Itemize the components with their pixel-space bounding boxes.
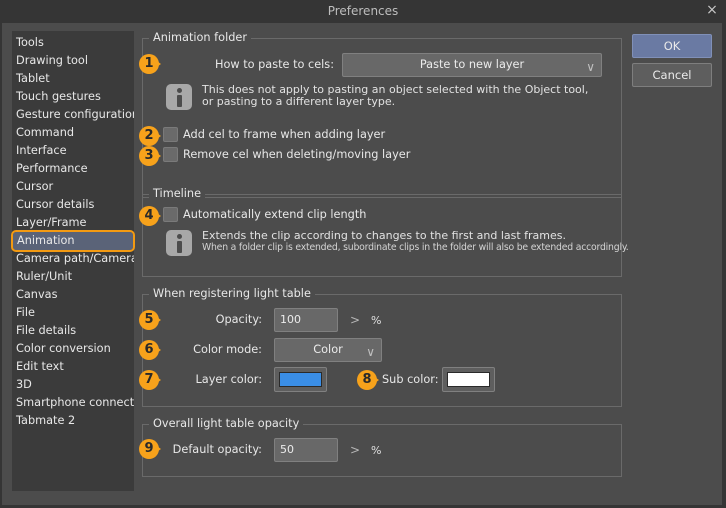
window-title: Preferences [327,4,399,18]
chevron-down-icon: ∨ [586,60,595,74]
close-icon[interactable]: × [704,2,720,20]
sidebar-item-animation[interactable]: Animation [11,230,135,252]
sub-color-button[interactable] [442,367,495,392]
add-cel-label[interactable]: Add cel to frame when adding layer [183,128,385,141]
annotation-marker-6: 6 [139,340,163,360]
default-opacity-slider-toggle[interactable]: > [350,443,360,457]
sidebar-item-cursor-details[interactable]: Cursor details [12,196,134,214]
annotation-marker-7: 7 [139,370,163,390]
group-legend: When registering light table [149,287,315,300]
sidebar-item-gesture-configuration[interactable]: Gesture configuration [12,106,134,124]
default-opacity-unit: % [371,444,382,457]
annotation-marker-4: 4 [139,206,163,226]
sidebar-item-3d[interactable]: 3D [12,376,134,394]
info-icon [166,230,192,256]
annotation-marker-3: 3 [139,146,163,166]
paste-to-cels-dropdown[interactable]: Paste to new layer ∨ [342,53,602,77]
sub-color-label: Sub color: [382,373,439,386]
sidebar-item-file[interactable]: File [12,304,134,322]
layer-color-label: Layer color: [195,373,262,386]
sidebar-item-canvas[interactable]: Canvas [12,286,134,304]
sidebar-item-cursor[interactable]: Cursor [12,178,134,196]
extend-clip-checkbox[interactable] [163,207,178,222]
annotation-marker-2: 2 [139,126,163,146]
annotation-marker-9: 9 [139,439,163,459]
timeline-info-line-1: Extends the clip according to changes to… [202,229,566,242]
paste-to-cels-label: How to paste to cels: [214,58,334,71]
sidebar-item-layer-frame[interactable]: Layer/Frame [12,214,134,232]
group-legend: Animation folder [149,31,251,44]
sidebar-item-file-details[interactable]: File details [12,322,134,340]
sub-color-swatch [447,372,490,387]
annotation-marker-8: 8 [357,370,381,390]
title-bar: Preferences × [0,0,726,23]
remove-cel-checkbox[interactable] [163,147,178,162]
group-legend: Overall light table opacity [149,417,304,430]
opacity-unit: % [371,314,382,327]
sidebar-item-tools[interactable]: Tools [12,34,134,52]
sidebar-item-interface[interactable]: Interface [12,142,134,160]
default-opacity-label: Default opacity: [172,443,262,456]
paste-to-cels-value: Paste to new layer [419,58,525,71]
layer-color-button[interactable] [274,367,327,392]
opacity-slider-toggle[interactable]: > [350,313,360,327]
opacity-label: Opacity: [215,313,262,326]
add-cel-checkbox[interactable] [163,127,178,142]
default-opacity-input[interactable]: 50 [274,438,338,462]
ok-button[interactable]: OK [632,34,712,58]
sidebar-item-performance[interactable]: Performance [12,160,134,178]
group-legend: Timeline [149,187,206,200]
paste-info-line-2: or pasting to a different layer type. [202,95,396,108]
annotation-marker-5: 5 [139,310,163,330]
sidebar-item-touch-gestures[interactable]: Touch gestures [12,88,134,106]
sidebar-item-tablet[interactable]: Tablet [12,70,134,88]
dialog-body: Tools Drawing tool Tablet Touch gestures Ges… [2,23,722,505]
sidebar-item-edit-text[interactable]: Edit text [12,358,134,376]
sidebar-item-tabmate-2[interactable]: Tabmate 2 [12,412,134,430]
annotation-marker-1: 1 [139,54,163,74]
sidebar-item-drawing-tool[interactable]: Drawing tool [12,52,134,70]
category-list[interactable]: Tools Drawing tool Tablet Touch gestures Ges… [11,31,135,491]
color-mode-value: Color [313,343,343,356]
sidebar-item-camera-path-camera[interactable]: Camera path/Camera [12,250,134,268]
chevron-down-icon: ∨ [366,345,375,359]
remove-cel-label[interactable]: Remove cel when deleting/moving layer [183,148,410,161]
layer-color-swatch [279,372,322,387]
color-mode-label: Color mode: [193,343,262,356]
timeline-info-line-2: When a folder clip is extended, subordin… [202,242,629,253]
sidebar-item-smartphone-connection[interactable]: Smartphone connection [12,394,134,412]
sidebar-item-color-conversion[interactable]: Color conversion [12,340,134,358]
cancel-button[interactable]: Cancel [632,63,712,87]
color-mode-dropdown[interactable]: Color ∨ [274,338,382,362]
info-icon [166,84,192,110]
sidebar-item-ruler-unit[interactable]: Ruler/Unit [12,268,134,286]
extend-clip-label[interactable]: Automatically extend clip length [183,208,366,221]
sidebar-item-command[interactable]: Command [12,124,134,142]
opacity-input[interactable]: 100 [274,308,338,332]
